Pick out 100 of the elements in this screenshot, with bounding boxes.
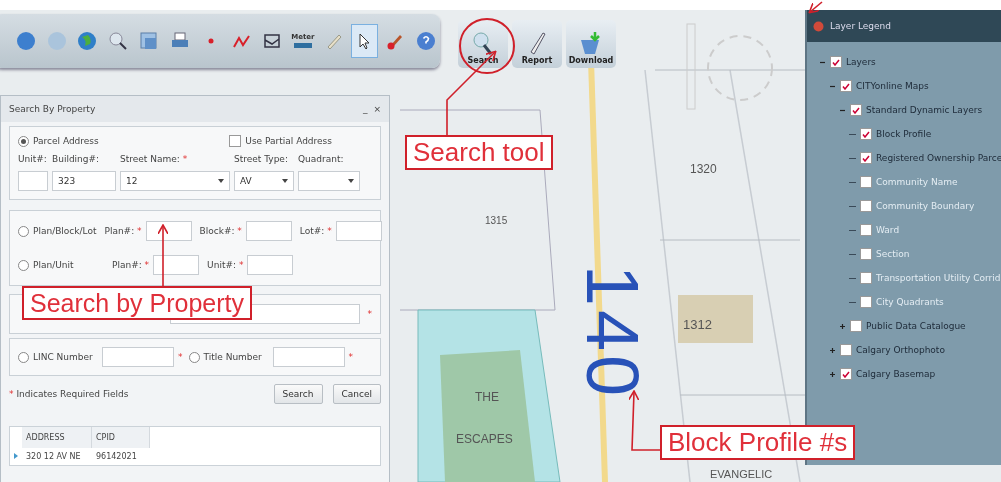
dialog-button[interactable]: Cancel [332, 384, 381, 404]
action-button[interactable]: Download [566, 20, 616, 68]
layer-checkbox[interactable] [830, 56, 842, 68]
dialog-button[interactable]: Search [273, 384, 323, 404]
park-label: ESCAPES [456, 432, 513, 446]
layer-checkbox[interactable] [850, 104, 862, 116]
layer-label: City Quadrants [876, 297, 944, 307]
block-number: 140 [570, 264, 656, 401]
input-field[interactable] [335, 221, 382, 241]
dropdown-field[interactable] [298, 171, 360, 191]
required-note: * Indicates Required Fields [9, 389, 129, 399]
minimize-button[interactable]: _ [362, 104, 368, 114]
tree-line-icon [849, 229, 856, 231]
callout-arrow [157, 224, 169, 287]
layer-label: Layers [846, 57, 876, 67]
table-cell-text: 320 12 AV NE [25, 451, 82, 463]
box-arrow-icon [581, 30, 601, 54]
input-field[interactable] [247, 255, 294, 275]
globe-icon [77, 31, 98, 51]
column-header: CPID [92, 427, 150, 448]
caret-icon [348, 179, 354, 183]
window-icon [139, 31, 159, 51]
caret-icon [218, 179, 224, 183]
annotation-callout: Block Profile #s [660, 425, 856, 461]
help-icon [416, 31, 437, 51]
input-field[interactable] [18, 171, 48, 191]
check-icon [842, 82, 850, 90]
forward-icon [46, 31, 67, 51]
legend-icon [813, 20, 824, 32]
layer-label: Transportation Utility Corrid [876, 273, 1001, 283]
tree-line-icon [849, 181, 856, 183]
layer-checkbox[interactable] [840, 368, 852, 380]
radio-option[interactable]: Plan/Unit [18, 259, 104, 271]
ruler-icon [292, 41, 313, 49]
layer-label: Community Name [876, 177, 958, 187]
layer-checkbox[interactable] [860, 152, 872, 164]
plus-icon [829, 370, 836, 378]
radio-option[interactable]: Title Number [188, 351, 269, 363]
field-label: Plan#: * [112, 260, 150, 270]
magnifier-icon [108, 31, 129, 51]
layer-checkbox[interactable] [840, 344, 852, 356]
magnifier-icon [473, 32, 493, 55]
close-button[interactable]: × [373, 104, 381, 114]
zigzag-line-icon [232, 34, 250, 48]
callout-arrow [808, 1, 823, 14]
field-label: Street Name: * [120, 154, 189, 164]
dot-icon [207, 38, 214, 44]
building-number: 1312 [683, 317, 712, 332]
back-icon [15, 31, 36, 51]
layer-label: Calgary Basemap [856, 369, 936, 379]
radio-option[interactable]: Plan/Block/Lot [18, 225, 97, 237]
envelope-icon [262, 31, 283, 51]
field-label: Block#: * [199, 226, 242, 236]
annotation-callout: Search tool [405, 135, 553, 171]
plus-icon [829, 346, 836, 354]
field-label: Lot#: * [299, 226, 332, 236]
radio-option[interactable]: Parcel Address [18, 135, 99, 147]
layer-label: Standard Dynamic Layers [866, 105, 983, 115]
layer-label: Calgary Orthophoto [856, 345, 945, 355]
field-label: Unit#: [18, 154, 48, 164]
highlight-circle [459, 18, 515, 74]
tree-line-icon [849, 205, 856, 207]
layer-label: Registered Ownership Parce [876, 153, 1001, 163]
table-cell-text: 96142021 [95, 451, 138, 463]
parcel-number: 1315 [485, 215, 508, 226]
field-label: Plan#: * [104, 226, 142, 236]
input-field[interactable] [102, 347, 174, 367]
input-field[interactable] [153, 255, 200, 275]
check-icon [852, 106, 860, 114]
layer-checkbox[interactable] [860, 128, 872, 140]
layer-label: Public Data Catalogue [866, 321, 966, 331]
tree-line-icon [849, 277, 856, 279]
action-button[interactable]: Report [512, 20, 562, 68]
tree-line-icon [849, 301, 856, 303]
layer-label: Block Profile [876, 129, 932, 139]
radio-option[interactable]: LINC Number [18, 351, 98, 363]
road-label: EVANGELIC [710, 468, 773, 480]
checkbox-option[interactable]: Use Partial Address [229, 135, 332, 147]
input-field[interactable] [272, 347, 345, 367]
required-mark: * [367, 309, 372, 319]
layer-checkbox[interactable] [850, 320, 862, 332]
row-marker-icon [14, 453, 18, 459]
annotation-callout: Search by Property [22, 286, 252, 320]
tree-line-icon [849, 133, 856, 135]
input-field[interactable]: 323 [52, 171, 116, 191]
legend-title: Layer Legend [830, 21, 891, 31]
dropdown-field[interactable]: AV [234, 171, 294, 191]
input-field[interactable] [145, 221, 192, 241]
dropdown-field[interactable]: 12 [120, 171, 230, 191]
layer-label: Community Boundary [876, 201, 975, 211]
park-label: THE [475, 390, 499, 404]
parcel-number: 1320 [690, 162, 717, 176]
input-field[interactable] [245, 221, 292, 241]
layer-label: Section [876, 249, 910, 259]
tree-line-icon [849, 157, 856, 159]
dialog-title: Search By Property [9, 104, 96, 114]
check-icon [862, 130, 870, 138]
check-icon [842, 370, 850, 378]
layer-checkbox[interactable] [840, 80, 852, 92]
required-mark: * [178, 352, 183, 362]
